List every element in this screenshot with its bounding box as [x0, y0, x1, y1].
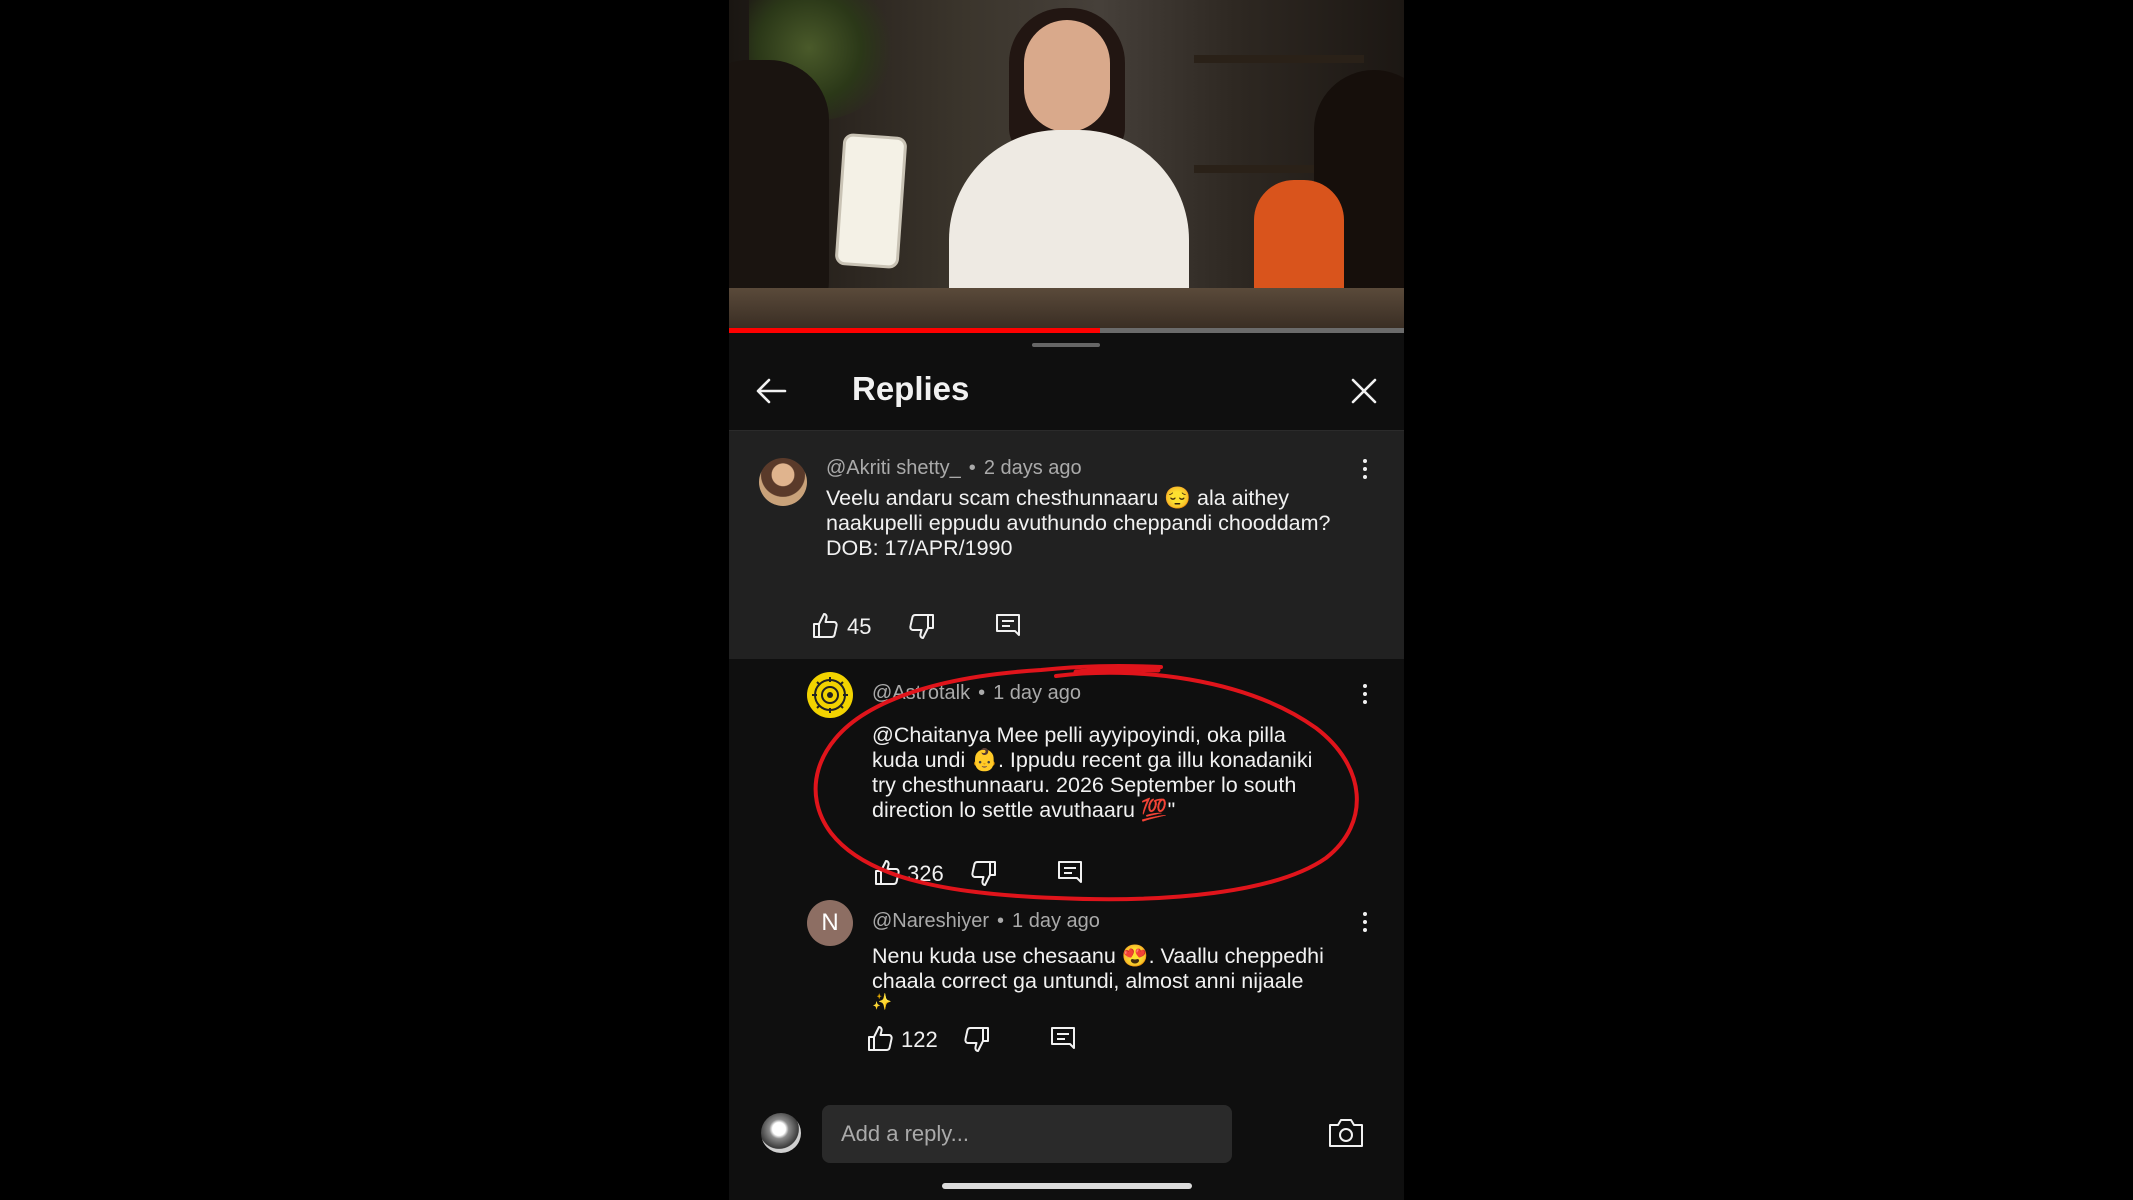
meta-separator: •	[968, 457, 976, 479]
more-vert-icon-dot	[1363, 700, 1367, 704]
more-vert-icon	[1363, 459, 1367, 463]
more-vert-icon-dot	[1363, 692, 1367, 696]
close-button[interactable]	[1346, 373, 1382, 409]
like-count: 122	[901, 1027, 938, 1052]
comment-time: 2 days ago	[983, 457, 1082, 479]
comment-meta: @Astrotalk • 1 day ago	[872, 682, 1081, 705]
video-shelf	[1194, 55, 1364, 63]
comment-author[interactable]: @Akriti shetty_	[826, 457, 961, 479]
comment-time: 1 day ago	[993, 682, 1081, 704]
comment-text-line: direction lo settle avuthaaru 💯"	[872, 798, 1176, 822]
user-avatar[interactable]	[761, 1113, 801, 1153]
more-options-button[interactable]	[1360, 912, 1370, 938]
comment-text: @Chaitanya Mee pelli ayyipoyindi, oka pi…	[872, 723, 1312, 823]
reply-button[interactable]	[993, 611, 1023, 641]
comment-text-line: ✨	[872, 994, 892, 1011]
phone-screen: Replies @Akriti shetty_ • 2 days ago Veelu…	[729, 0, 1404, 1200]
replies-header: Replies	[729, 355, 1404, 431]
meta-separator: •	[978, 682, 986, 704]
thumbs-down-icon	[909, 614, 934, 639]
page-title: Replies	[852, 370, 970, 407]
like-button[interactable]	[872, 858, 902, 888]
video-player[interactable]	[729, 0, 1404, 328]
thumbs-up-icon	[875, 860, 900, 885]
comment-text-line: chaala correct ga untundi, almost anni n…	[872, 969, 1304, 993]
comment-icon	[1051, 1027, 1075, 1049]
drag-handle[interactable]	[1032, 343, 1100, 347]
dislike-button[interactable]	[969, 858, 999, 888]
more-options-button[interactable]	[1360, 459, 1370, 485]
like-count: 326	[907, 861, 944, 886]
comment-actions: 326	[872, 858, 1082, 892]
home-indicator	[942, 1183, 1192, 1189]
back-button[interactable]	[751, 371, 791, 411]
like-button[interactable]	[865, 1024, 895, 1054]
comment-text-line: try chesthunnaaru. 2026 September lo sou…	[872, 773, 1297, 797]
comment-text-line: Nenu kuda use chesaanu 😍. Vaallu chepped…	[872, 944, 1324, 968]
comment-actions: 122	[865, 1024, 1075, 1058]
comment-time: 1 day ago	[1012, 910, 1100, 932]
close-icon	[1351, 378, 1377, 404]
comment-icon	[1058, 861, 1082, 883]
avatar[interactable]: N	[807, 900, 853, 946]
comment-text-line: DOB: 17/APR/1990	[826, 536, 1013, 560]
comment-text-line: kuda undi 👶. Ippudu recent ga illu konad…	[872, 748, 1313, 772]
more-vert-icon-dot	[1363, 928, 1367, 932]
comment-author[interactable]: @Nareshiyer	[872, 910, 989, 932]
dislike-button[interactable]	[962, 1024, 992, 1054]
comment-text-line: naakupelli eppudu avuthundo cheppandi ch…	[826, 511, 1331, 535]
more-vert-icon-dot	[1363, 475, 1367, 479]
comment-text-line: @Chaitanya Mee pelli ayyipoyindi, oka pi…	[872, 723, 1286, 747]
parent-comment: @Akriti shetty_ • 2 days ago Veelu andaru …	[729, 431, 1404, 659]
reply-input-placeholder: Add a reply...	[841, 1121, 969, 1146]
comment-text: Nenu kuda use chesaanu 😍. Vaallu chepped…	[872, 944, 1324, 1012]
video-table	[729, 288, 1404, 328]
astrotalk-logo-icon	[812, 677, 848, 713]
camera-icon	[1329, 1119, 1363, 1147]
dislike-button[interactable]	[907, 611, 937, 641]
more-vert-icon	[1363, 684, 1367, 688]
back-arrow-icon	[756, 378, 787, 404]
like-count: 45	[847, 614, 872, 639]
comment-text: Veelu andaru scam chesthunnaaru 😔 ala ai…	[826, 486, 1330, 561]
comment-text-line: Veelu andaru scam chesthunnaaru 😔 ala ai…	[826, 486, 1290, 510]
comment-meta: @Nareshiyer • 1 day ago	[872, 910, 1100, 933]
more-vert-icon-dot	[1363, 920, 1367, 924]
avatar[interactable]	[807, 672, 853, 718]
reply-button[interactable]	[1055, 858, 1085, 888]
thumbs-down-icon	[964, 1027, 989, 1052]
thumbs-up-icon	[868, 1026, 893, 1051]
video-head	[1024, 20, 1110, 132]
comment-icon	[996, 614, 1020, 636]
thumbs-up-icon	[813, 613, 838, 638]
more-vert-icon	[1363, 912, 1367, 916]
more-vert-icon-dot	[1363, 467, 1367, 471]
meta-separator: •	[997, 910, 1005, 932]
comment-meta: @Akriti shetty_ • 2 days ago	[826, 457, 1082, 480]
reply-button[interactable]	[1048, 1024, 1078, 1054]
like-button[interactable]	[810, 611, 840, 641]
reply-input[interactable]: Add a reply...	[822, 1105, 1232, 1163]
video-phone-prop	[834, 132, 908, 270]
more-options-button[interactable]	[1360, 684, 1370, 710]
replies-sheet: Replies @Akriti shetty_ • 2 days ago Veelu…	[729, 333, 1404, 1200]
camera-button[interactable]	[1326, 1115, 1366, 1151]
comment-author[interactable]: @Astrotalk	[872, 682, 970, 704]
comment-actions: 45	[810, 611, 1020, 645]
avatar[interactable]	[759, 458, 807, 506]
thumbs-down-icon	[971, 861, 996, 886]
